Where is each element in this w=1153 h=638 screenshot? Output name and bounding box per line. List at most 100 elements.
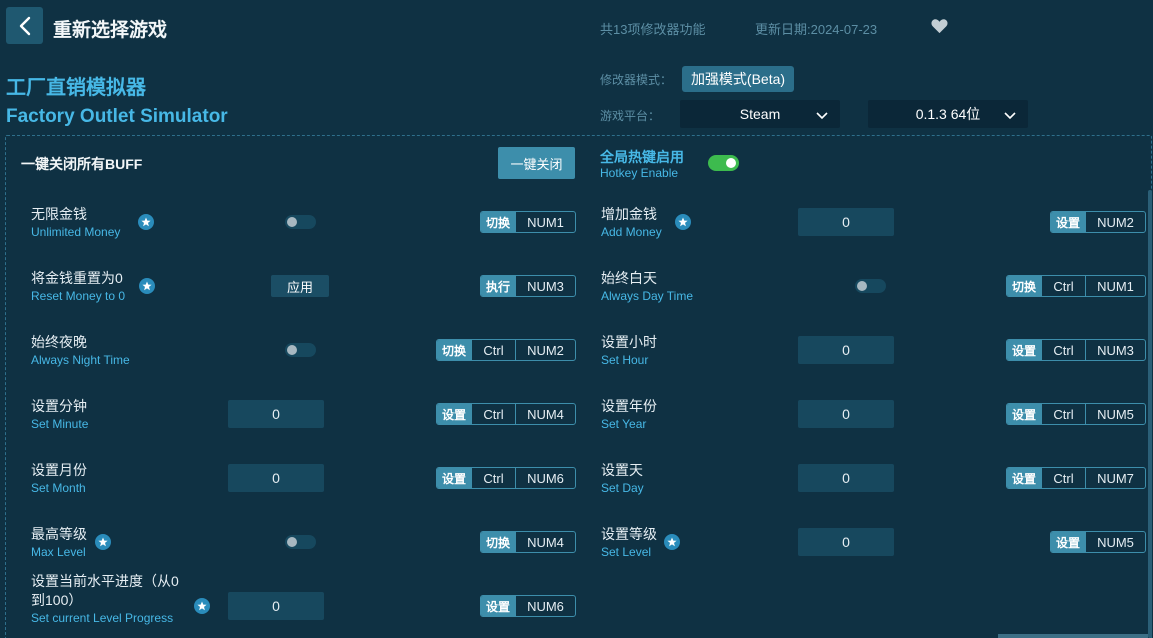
unlimited-money-toggle[interactable] xyxy=(285,215,316,229)
star-icon xyxy=(664,534,680,550)
heart-icon xyxy=(931,19,948,34)
scrollbar[interactable] xyxy=(1148,190,1152,638)
cheat-label-cn: 增加金钱 xyxy=(601,206,657,222)
feature-count: 共13项修改器功能 xyxy=(600,22,706,37)
game-title-cn: 工厂直销模拟器 xyxy=(6,77,146,99)
set-level-progress-input[interactable]: 0 xyxy=(228,592,324,620)
hotkey-key: NUM6 xyxy=(515,468,575,488)
hotkey-action: 设置 xyxy=(1007,404,1041,424)
hotkey-action: 设置 xyxy=(1051,532,1085,552)
hotkey-max-level[interactable]: 切换 NUM4 xyxy=(480,531,576,553)
hotkey-always-night[interactable]: 切换 Ctrl NUM2 xyxy=(436,339,576,361)
close-all-button[interactable]: 一键关闭 xyxy=(498,147,575,179)
hotkey-set-level-progress[interactable]: 设置 NUM6 xyxy=(480,595,576,617)
cheat-label-en: Set Month xyxy=(31,481,86,495)
hotkey-modifier: Ctrl xyxy=(471,468,515,488)
hotkey-unlimited-money[interactable]: 切换 NUM1 xyxy=(480,211,576,233)
hotkey-enable-toggle[interactable] xyxy=(708,155,739,171)
cheat-label-cn: 将金钱重置为0 xyxy=(31,270,123,286)
cheat-label-en: Always Night Time xyxy=(31,353,130,367)
hotkey-key: NUM1 xyxy=(1085,276,1145,296)
star-icon xyxy=(95,534,111,550)
platform-label: 游戏平台： xyxy=(600,109,661,123)
hotkey-enable-label-cn: 全局热键启用 xyxy=(600,149,684,165)
hotkey-key: NUM6 xyxy=(515,596,575,616)
hotkey-action: 设置 xyxy=(481,596,515,616)
hotkey-action: 切换 xyxy=(481,532,515,552)
version-value: 0.1.3 64位 xyxy=(915,106,981,122)
cheat-label-en: Set current Level Progress xyxy=(31,611,174,625)
hotkey-action: 执行 xyxy=(481,276,515,296)
hotkey-key: NUM7 xyxy=(1085,468,1145,488)
always-day-toggle[interactable] xyxy=(855,279,886,293)
hotkey-action: 设置 xyxy=(1007,468,1041,488)
hotkey-key: NUM2 xyxy=(1085,212,1145,232)
cheat-label-cn: 始终白天 xyxy=(601,270,657,286)
cheat-label-cn: 设置等级 xyxy=(601,526,657,542)
set-year-input[interactable]: 0 xyxy=(798,400,894,428)
hotkey-modifier: Ctrl xyxy=(471,404,515,424)
cheat-label-en: Set Hour xyxy=(601,353,649,367)
hotkey-key: NUM3 xyxy=(515,276,575,296)
hotkey-modifier: Ctrl xyxy=(1041,276,1085,296)
cheat-label-cn: 设置天 xyxy=(601,462,643,478)
hotkey-modifier: Ctrl xyxy=(1041,404,1085,424)
page-title: 重新选择游戏 xyxy=(53,20,168,41)
hotkey-set-month[interactable]: 设置 Ctrl NUM6 xyxy=(436,467,576,489)
chevron-down-icon xyxy=(816,112,828,120)
hotkey-set-level[interactable]: 设置 NUM5 xyxy=(1050,531,1146,553)
hotkey-key: NUM5 xyxy=(1085,404,1145,424)
star-icon xyxy=(675,214,691,230)
cheat-label-en: Set Day xyxy=(601,481,644,495)
reset-money-apply-button[interactable]: 应用 xyxy=(271,275,329,297)
hotkey-enable-label-en: Hotkey Enable xyxy=(600,166,679,180)
close-all-buff-label: 一键关闭所有BUFF xyxy=(21,156,143,172)
star-icon xyxy=(194,598,210,614)
hotkey-set-year[interactable]: 设置 Ctrl NUM5 xyxy=(1006,403,1146,425)
cheat-label-cn: 最高等级 xyxy=(31,526,87,542)
hotkey-action: 切换 xyxy=(481,212,515,232)
cheat-label-en: Add Money xyxy=(601,225,662,239)
update-date: 更新日期:2024-07-23 xyxy=(755,22,878,37)
chevron-down-icon xyxy=(1004,112,1016,120)
hotkey-always-day[interactable]: 切换 Ctrl NUM1 xyxy=(1006,275,1146,297)
hotkey-set-day[interactable]: 设置 Ctrl NUM7 xyxy=(1006,467,1146,489)
cheat-label-cn: 设置年份 xyxy=(601,398,657,414)
cheat-label-en: Max Level xyxy=(31,545,86,559)
star-icon xyxy=(139,278,155,294)
hotkey-set-minute[interactable]: 设置 Ctrl NUM4 xyxy=(436,403,576,425)
hotkey-key: NUM3 xyxy=(1085,340,1145,360)
hotkey-action: 切换 xyxy=(1007,276,1041,296)
cheat-label-en: Unlimited Money xyxy=(31,225,121,239)
hotkey-action: 设置 xyxy=(437,404,471,424)
always-night-toggle[interactable] xyxy=(285,343,316,357)
hotkey-reset-money[interactable]: 执行 NUM3 xyxy=(480,275,576,297)
hotkey-set-hour[interactable]: 设置 Ctrl NUM3 xyxy=(1006,339,1146,361)
version-select[interactable]: 0.1.3 64位 xyxy=(868,100,1028,128)
cheat-label-en: Set Year xyxy=(601,417,647,431)
hotkey-add-money[interactable]: 设置 NUM2 xyxy=(1050,211,1146,233)
hotkey-action: 设置 xyxy=(1007,340,1041,360)
cheat-panel xyxy=(5,135,1152,638)
set-day-input[interactable]: 0 xyxy=(798,464,894,492)
platform-value: Steam xyxy=(739,106,781,122)
back-button[interactable] xyxy=(6,7,43,44)
cheat-label-cn-line2: 到100） xyxy=(31,592,83,608)
hotkey-key: NUM5 xyxy=(1085,532,1145,552)
set-minute-input[interactable]: 0 xyxy=(228,400,324,428)
chevron-left-icon xyxy=(19,16,30,35)
favorite-button[interactable] xyxy=(931,18,948,39)
set-hour-input[interactable]: 0 xyxy=(798,336,894,364)
max-level-toggle[interactable] xyxy=(285,535,316,549)
cheat-label-cn: 始终夜晚 xyxy=(31,334,87,350)
set-level-input[interactable]: 0 xyxy=(798,528,894,556)
add-money-input[interactable]: 0 xyxy=(798,208,894,236)
hotkey-action: 设置 xyxy=(1051,212,1085,232)
mode-label: 修改器模式： xyxy=(600,73,673,87)
hotkey-key: NUM1 xyxy=(515,212,575,232)
mode-button[interactable]: 加强模式(Beta) xyxy=(682,66,794,92)
set-month-input[interactable]: 0 xyxy=(228,464,324,492)
cheat-label-en: Set Level xyxy=(601,545,652,559)
scroll-thumb[interactable] xyxy=(998,634,1148,638)
platform-select[interactable]: Steam xyxy=(680,100,840,128)
